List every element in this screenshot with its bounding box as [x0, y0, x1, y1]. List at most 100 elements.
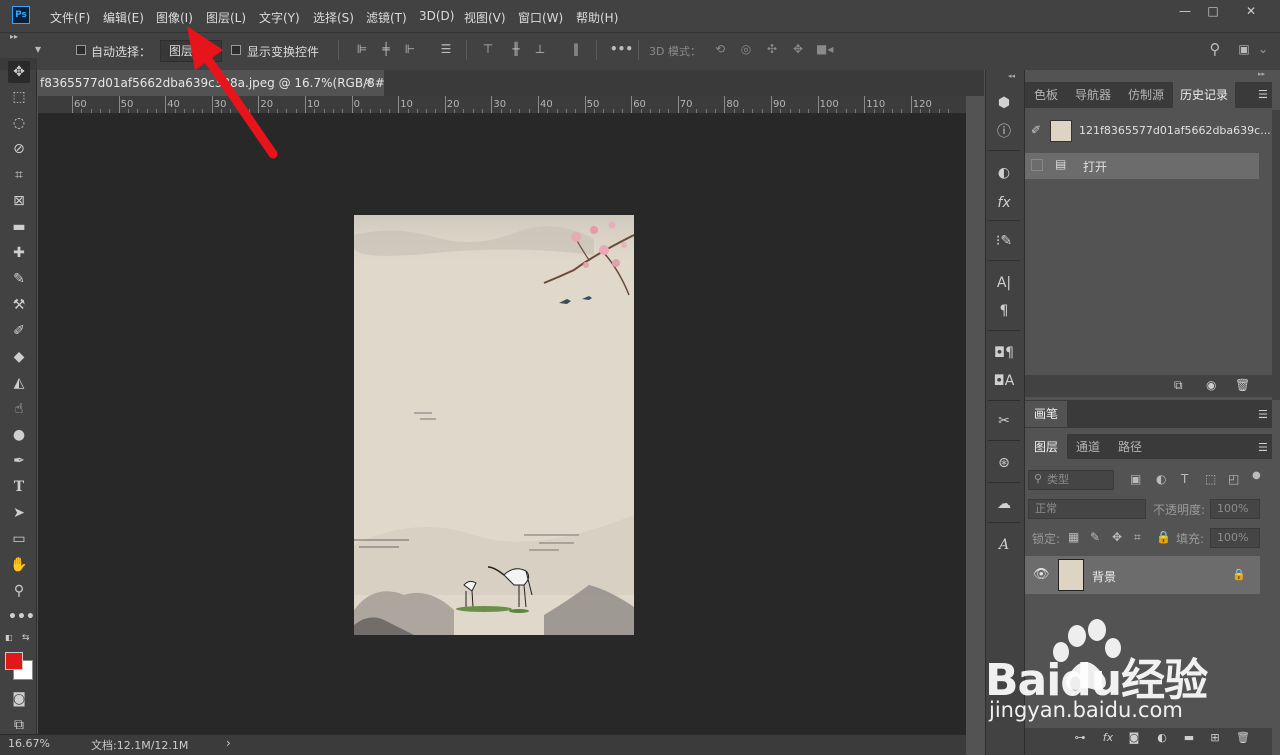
- screen-mode-icon[interactable]: ⧉: [8, 714, 30, 736]
- filter-toggle-icon[interactable]: ●: [1252, 470, 1261, 481]
- menu-view[interactable]: 视图(V): [464, 9, 506, 26]
- healing-brush-tool-icon[interactable]: ✚: [8, 242, 30, 264]
- menu-window[interactable]: 窗口(W): [518, 9, 563, 26]
- adjustments-panel-icon[interactable]: ◐: [993, 162, 1015, 184]
- align-top-icon[interactable]: ⊤: [480, 42, 496, 56]
- zoom-tool-icon[interactable]: ⚲: [8, 580, 30, 602]
- distribute-vertical-icon[interactable]: ‖: [568, 42, 584, 56]
- more-tools-icon[interactable]: •••: [8, 606, 35, 628]
- collapse-dock-icon[interactable]: ◂◂: [1008, 72, 1015, 80]
- history-snapshot[interactable]: ✐ 121f8365577d01af5662dba639c...: [1025, 118, 1271, 144]
- panel-collapse-icon[interactable]: ▸▸: [6, 30, 22, 44]
- 3d-orbit-icon[interactable]: ⟲: [712, 42, 728, 56]
- tab-clone-source[interactable]: 仿制源: [1119, 82, 1173, 108]
- close-tab-icon[interactable]: ×: [364, 75, 376, 89]
- marquee-tool-icon[interactable]: ⬚: [8, 86, 30, 108]
- new-group-icon[interactable]: ▬: [1182, 731, 1196, 745]
- add-mask-icon[interactable]: ◙: [1127, 731, 1141, 745]
- layer-name[interactable]: 背景: [1092, 568, 1116, 585]
- minimize-button[interactable]: —: [1174, 4, 1196, 18]
- close-window-button[interactable]: ✕: [1240, 4, 1262, 18]
- delete-layer-icon[interactable]: 🗑: [1236, 731, 1250, 745]
- type-tool-icon[interactable]: T: [8, 476, 30, 498]
- 3d-slide-icon[interactable]: ✥: [790, 42, 806, 56]
- history-brush-source-icon[interactable]: ✐: [1031, 123, 1041, 137]
- smudge-tool-icon[interactable]: ☝: [8, 398, 30, 420]
- foreground-color-swatch[interactable]: [5, 652, 23, 670]
- cloud-documents-icon[interactable]: ☁: [993, 493, 1015, 515]
- character-styles-icon[interactable]: ◘A: [993, 370, 1015, 392]
- tab-layers[interactable]: 图层: [1025, 434, 1067, 460]
- default-colors-icon[interactable]: ◧: [5, 633, 15, 643]
- filter-smart-object-icon[interactable]: ◰: [1228, 472, 1239, 486]
- delete-state-icon[interactable]: 🗑: [1235, 378, 1250, 392]
- align-right-icon[interactable]: ⊩: [402, 42, 418, 56]
- character-panel-icon[interactable]: A|: [993, 272, 1015, 294]
- 3d-panel-icon[interactable]: ⬢: [993, 92, 1015, 114]
- lock-position-icon[interactable]: ✥: [1112, 530, 1122, 544]
- more-options-icon[interactable]: •••: [610, 42, 633, 56]
- align-hcenter-icon[interactable]: ╪: [378, 42, 394, 56]
- zoom-level[interactable]: 16.67%: [8, 737, 50, 750]
- hand-tool-icon[interactable]: ✋: [8, 554, 30, 576]
- document-canvas-image[interactable]: [354, 215, 634, 635]
- lock-all-icon[interactable]: 🔒: [1156, 530, 1171, 544]
- layer-style-icon[interactable]: fx: [1101, 731, 1115, 745]
- move-tool-preset-icon[interactable]: ▾: [30, 42, 46, 56]
- new-layer-icon[interactable]: ⊞: [1208, 731, 1222, 745]
- history-state[interactable]: ▤ 打开: [1025, 153, 1259, 179]
- tab-brush[interactable]: 画笔: [1025, 401, 1067, 427]
- filter-adjustment-icon[interactable]: ◐: [1156, 472, 1166, 486]
- lock-transparent-icon[interactable]: ▦: [1068, 530, 1079, 544]
- lock-artboard-icon[interactable]: ⌗: [1134, 530, 1141, 545]
- tab-navigator[interactable]: 导航器: [1067, 82, 1119, 108]
- libraries-icon[interactable]: ⊛: [993, 452, 1015, 474]
- tab-channels[interactable]: 通道: [1067, 434, 1109, 460]
- tab-history[interactable]: 历史记录: [1173, 82, 1235, 108]
- panel-menu-icon[interactable]: ☰: [1258, 408, 1268, 421]
- quick-select-tool-icon[interactable]: ⊘: [8, 138, 30, 160]
- lock-image-icon[interactable]: ✎: [1090, 530, 1100, 544]
- menu-edit[interactable]: 编辑(E): [103, 9, 144, 26]
- styles-panel-icon[interactable]: fx: [993, 192, 1015, 214]
- eraser-tool-icon[interactable]: ◆: [8, 346, 30, 368]
- filter-type-icon[interactable]: T: [1181, 472, 1188, 486]
- align-bottom-icon[interactable]: ⊥: [532, 42, 548, 56]
- link-layers-icon[interactable]: ⊶: [1073, 731, 1087, 745]
- history-source-checkbox[interactable]: [1031, 159, 1043, 171]
- fill-input[interactable]: 100%: [1210, 528, 1260, 548]
- menu-select[interactable]: 选择(S): [313, 9, 354, 26]
- paragraph-panel-icon[interactable]: ¶: [993, 300, 1015, 322]
- new-document-from-state-icon[interactable]: ⧉: [1174, 378, 1183, 393]
- opacity-input[interactable]: 100%: [1210, 499, 1260, 519]
- collapse-panels-icon[interactable]: ▸▸: [1258, 70, 1265, 78]
- panel-menu-icon[interactable]: ☰: [1258, 88, 1268, 101]
- distribute-icon[interactable]: ☰: [438, 42, 454, 56]
- frame-tool-icon[interactable]: ⊠: [8, 190, 30, 212]
- search-icon[interactable]: ⚲: [1207, 42, 1223, 57]
- chevron-down-icon[interactable]: ⌄: [1255, 42, 1271, 56]
- pen-tool-icon[interactable]: ✒: [8, 450, 30, 472]
- ruler-tool-icon[interactable]: ▬: [8, 216, 30, 238]
- filter-pixel-icon[interactable]: ▣: [1130, 472, 1141, 486]
- tab-paths[interactable]: 路径: [1109, 434, 1151, 460]
- panel-scrollbar[interactable]: [1272, 110, 1280, 400]
- path-selection-tool-icon[interactable]: ➤: [8, 502, 30, 524]
- crop-tool-icon[interactable]: ⌗: [8, 164, 30, 186]
- adjustment-layer-icon[interactable]: ◐: [1155, 731, 1169, 745]
- auto-select-checkbox[interactable]: [76, 45, 86, 55]
- move-tool-icon[interactable]: ✥: [8, 61, 30, 83]
- paint-bucket-tool-icon[interactable]: ◭: [8, 372, 30, 394]
- workspace-icon[interactable]: ▣: [1236, 42, 1252, 56]
- tab-swatches[interactable]: 色板: [1025, 82, 1067, 108]
- eye-visibility-icon[interactable]: 👁: [1033, 567, 1050, 582]
- glyphs-panel-icon[interactable]: A: [993, 534, 1015, 556]
- filter-shape-icon[interactable]: ⬚: [1205, 472, 1216, 486]
- maximize-button[interactable]: □: [1202, 4, 1224, 18]
- info-panel-icon[interactable]: ⓘ: [993, 121, 1015, 143]
- brush-settings-icon[interactable]: ⁝✎: [993, 230, 1015, 252]
- menu-file[interactable]: 文件(F): [50, 9, 90, 26]
- 3d-camera-icon[interactable]: ■◂: [816, 42, 833, 56]
- panel-menu-icon[interactable]: ☰: [1258, 441, 1268, 454]
- clone-stamp-tool-icon[interactable]: ⚒: [8, 294, 30, 316]
